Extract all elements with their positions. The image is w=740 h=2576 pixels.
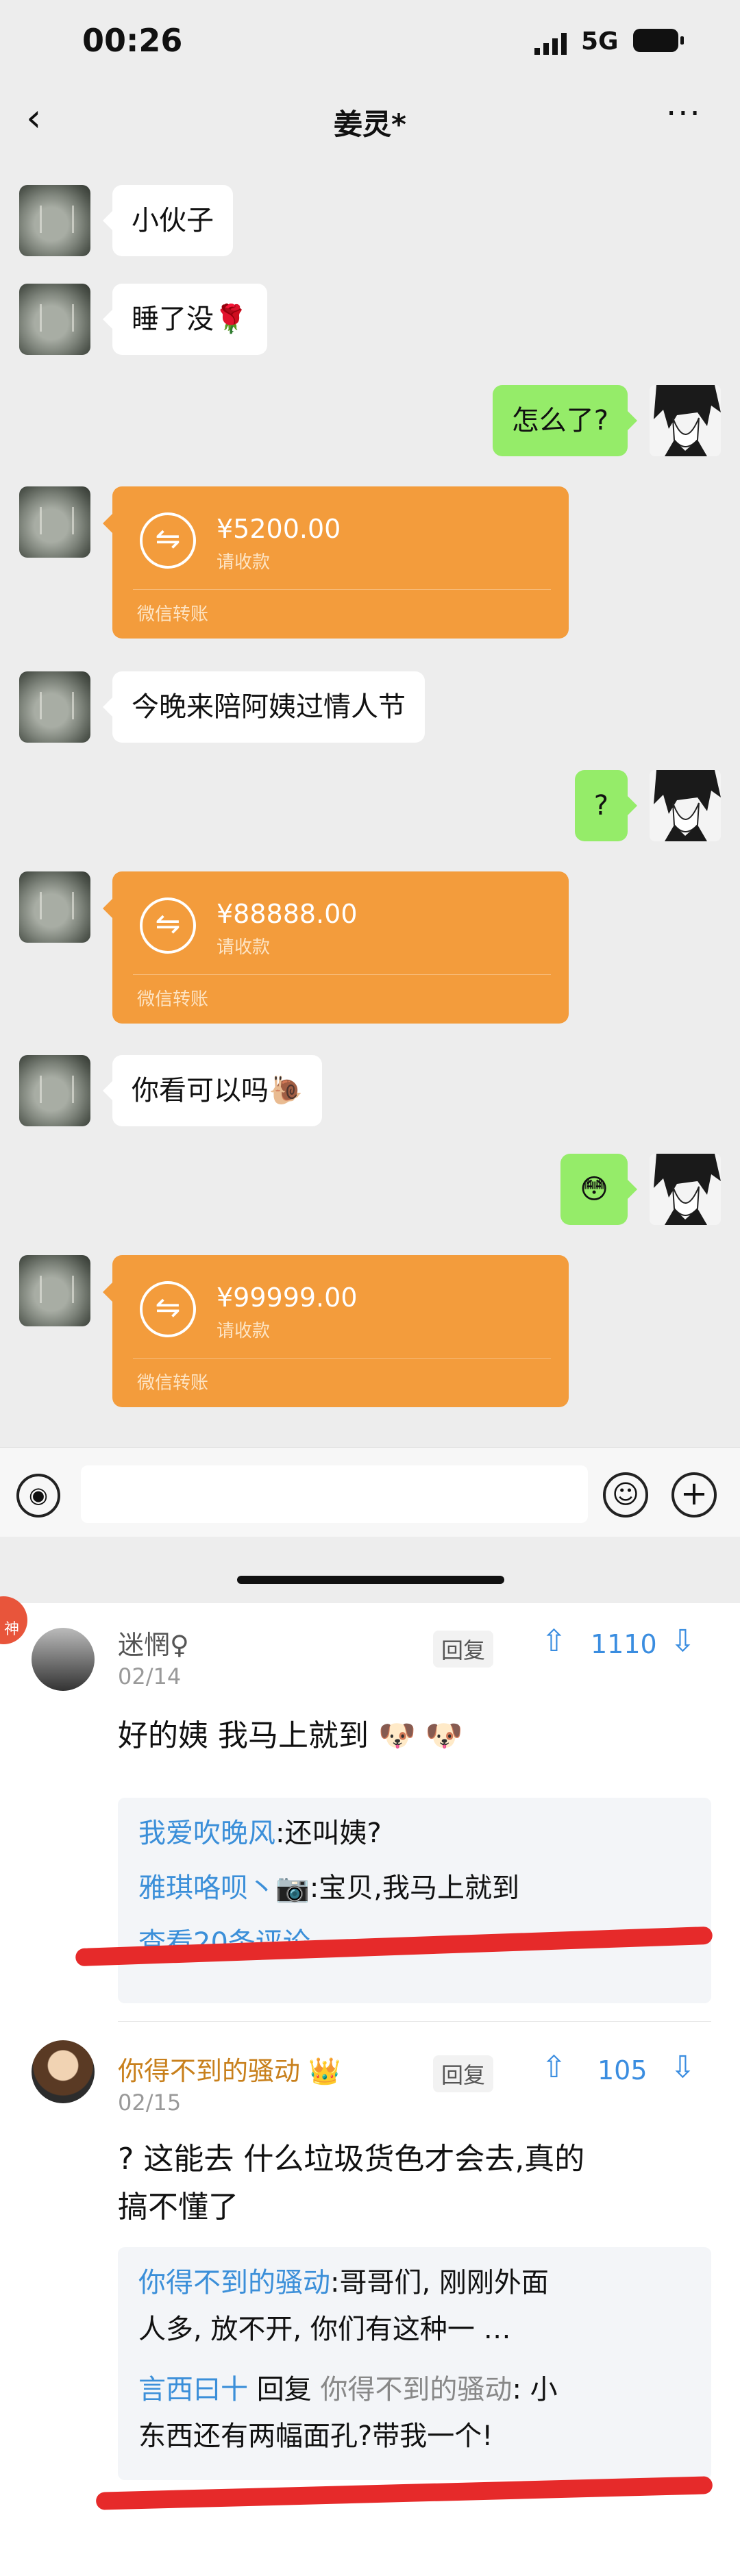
red-underline [95,2476,713,2510]
contact-avatar[interactable] [19,486,90,558]
reply-button[interactable]: 回复 [433,2055,494,2092]
anime-avatar-icon [654,770,721,841]
anime-avatar-icon [654,1154,721,1225]
transfer-divider [133,589,551,590]
anime-avatar-icon [654,385,721,456]
transfer-amount: ¥88888.00 [217,899,358,929]
commenter-name[interactable]: 迷惘♀ [118,1624,189,1661]
input-bar: ◉ ☺ + [0,1447,740,1537]
commenter-name[interactable]: 你得不到的骚动 👑 [118,2050,341,2088]
comment-text-line: 搞不懂了 [118,2190,238,2225]
my-avatar[interactable] [650,1154,721,1225]
comment-text-line: ? 这能去 什么垃圾货色才会去,真的 [118,2142,585,2177]
contact-avatar[interactable] [19,1255,90,1326]
message-bubble[interactable]: 😳 [560,1154,637,1225]
battery-icon [633,29,684,52]
transfer-footer: 微信转账 [137,989,209,1010]
reply-box[interactable]: 你得不到的骚动:哥哥们, 刚刚外面 人多, 放不开, 你们有这种一 … 言西曰十… [118,2247,711,2480]
upvote-icon[interactable]: ⇧ [541,2050,567,2085]
reply-word: 回复 [256,2374,312,2405]
reply-text: : 小 [512,2374,558,2405]
message-bubble[interactable]: 怎么了? [492,385,638,456]
message-text: 怎么了? [511,405,608,436]
transfer-footer: 微信转账 [137,1373,209,1394]
rose-icon: 🌹 [214,304,248,335]
message-bubble[interactable]: 今晚来陪阿姨过情人节 [103,671,425,743]
message-text: 今晚来陪阿姨过情人节 [132,691,406,723]
transfer-divider [133,1358,551,1359]
transfer-subtitle: 请收款 [217,552,271,573]
transfer-icon: ⇋ [140,1281,196,1337]
contact-avatar[interactable] [19,185,90,256]
message-text: 小伙子 [132,205,214,236]
reply-user[interactable]: 我爱吹晚风 [138,1818,275,1849]
snail-icon: 🐌 [269,1075,303,1106]
home-indicator [237,1576,504,1584]
reply-button[interactable]: 回复 [433,1631,494,1668]
voice-icon[interactable]: ◉ [16,1474,60,1518]
transfer-divider [133,974,551,975]
reply-to-user[interactable]: 你得不到的骚动 [320,2374,512,2405]
chat-title: 姜灵* [334,108,406,141]
contact-avatar[interactable] [19,871,90,943]
plus-icon[interactable]: + [671,1472,717,1518]
emoji-icon[interactable]: ☺ [603,1472,648,1518]
contact-avatar[interactable] [19,671,90,743]
transfer-icon: ⇋ [140,897,196,954]
my-avatar[interactable] [650,385,721,456]
message-bubble[interactable]: 睡了没🌹 [103,284,267,355]
comment-date: 02/15 [118,2090,182,2116]
downvote-icon[interactable]: ⇩ [670,1624,695,1659]
commenter-avatar[interactable] [32,1628,95,1691]
comment-section: 神 迷惘♀ 02/14 回复 ⇧ 1110 ⇩ 好的姨 我马上就到 🐶 🐶 我爱… [0,1596,740,2576]
reply-user[interactable]: 言西曰十 [138,2374,248,2405]
message-text: 睡了没 [132,304,214,335]
message-bubble[interactable]: ? [574,770,638,841]
contact-avatar[interactable] [19,1055,90,1126]
vote-count: 105 [597,2055,648,2085]
reply-text: :哥哥们, 刚刚外面 [330,2267,549,2299]
my-avatar[interactable] [650,770,721,841]
transfer-subtitle: 请收款 [217,937,271,958]
message-bubble[interactable]: 你看可以吗🐌 [103,1055,322,1126]
transfer-card[interactable]: ⇋ ¥88888.00 请收款 微信转账 [103,871,569,1024]
reply-text: :宝贝,我马上就到 [309,1872,520,1904]
reply-text: :还叫姨? [275,1818,382,1849]
network-label: 5G [581,27,619,55]
pinned-badge: 神 [0,1596,27,1644]
downvote-icon[interactable]: ⇩ [670,2050,695,2085]
transfer-subtitle: 请收款 [217,1321,271,1341]
vote-count: 1110 [591,1629,657,1659]
status-bar: 00:26 5G [0,0,740,89]
reply-box[interactable]: 我爱吹晚风:还叫姨? 雅琪咯呗丶📷:宝贝,我马上就到 查看20条评论 [118,1798,711,2003]
message-text: ? [593,790,608,821]
transfer-amount: ¥5200.00 [217,514,341,544]
flushed-emoji-icon: 😳 [580,1174,608,1205]
commenter-avatar[interactable] [32,2040,95,2103]
comment-divider [118,2021,711,2022]
transfer-amount: ¥99999.00 [217,1283,358,1313]
upvote-icon[interactable]: ⇧ [541,1624,567,1659]
transfer-icon: ⇋ [140,512,196,569]
contact-avatar[interactable] [19,284,90,355]
more-icon[interactable]: ··· [666,95,702,133]
status-time: 00:26 [82,22,183,59]
reply-text-cont: 东西还有两幅面孔?带我一个! [138,2420,493,2452]
message-bubble[interactable]: 小伙子 [103,185,233,256]
transfer-footer: 微信转账 [137,604,209,625]
reply-user[interactable]: 你得不到的骚动 [138,2267,330,2299]
message-text: 你看可以吗 [132,1075,269,1106]
transfer-card[interactable]: ⇋ ¥99999.00 请收款 微信转账 [103,1255,569,1407]
comment-text: 好的姨 我马上就到 🐶 🐶 [118,1718,463,1753]
comment-date: 02/14 [118,1663,182,1689]
message-input[interactable] [81,1465,588,1523]
reply-text-cont: 人多, 放不开, 你们有这种一 … [138,2314,511,2345]
transfer-card[interactable]: ⇋ ¥5200.00 请收款 微信转账 [103,486,569,639]
signal-icon [534,33,567,55]
reply-user[interactable]: 雅琪咯呗丶📷 [138,1872,310,1904]
